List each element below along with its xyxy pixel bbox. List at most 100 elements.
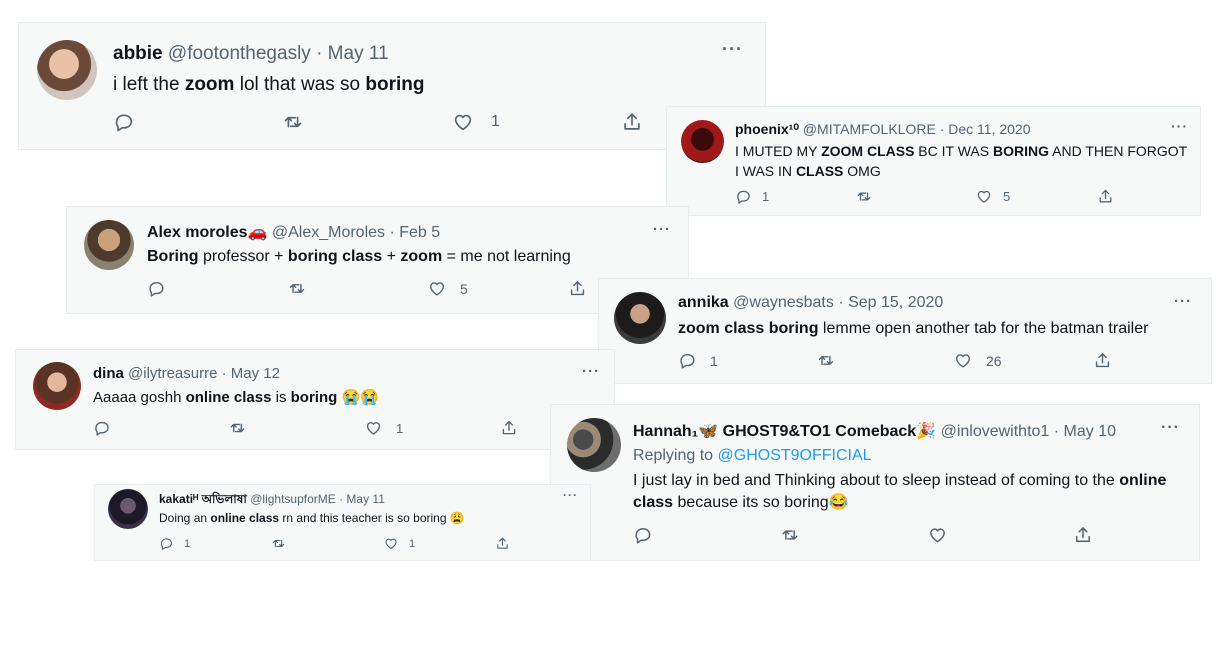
retweet-icon xyxy=(227,419,248,437)
reply-icon xyxy=(147,279,166,298)
retweet-icon xyxy=(270,536,287,551)
reply-mention-link[interactable]: @GHOST9OFFICIAL xyxy=(718,447,872,464)
share-button[interactable] xyxy=(500,419,518,437)
author-name[interactable]: Alex moroles🚗 xyxy=(147,224,267,241)
tweet-card-phoenix[interactable]: phoenix¹⁰ @MITAMFOLKLORE · Dec 11, 2020 … xyxy=(666,106,1201,216)
share-icon xyxy=(1073,525,1093,545)
like-count: 1 xyxy=(409,537,416,550)
tweet-card-dina[interactable]: dina @ilytreasurre · May 12 ··· Aaaaa go… xyxy=(15,349,615,450)
like-icon xyxy=(927,525,948,545)
reply-button[interactable] xyxy=(113,111,135,133)
author-name[interactable]: phoenix¹⁰ xyxy=(735,121,799,137)
reply-count: 1 xyxy=(762,189,770,204)
author-name[interactable]: kakatiᴴ অভিলাষা xyxy=(159,492,247,506)
share-icon xyxy=(568,279,587,298)
share-icon xyxy=(621,111,643,133)
author-handle[interactable]: @waynesbats · Sep 15, 2020 xyxy=(733,294,943,311)
author-handle[interactable]: @Alex_Moroles · Feb 5 xyxy=(272,224,440,241)
like-icon xyxy=(953,351,973,370)
tweet-card-kakati[interactable]: kakatiᴴ অভিলাষা @lightsupforME · May 11 … xyxy=(94,484,591,561)
tweet-text: I just lay in bed and Thinking about to … xyxy=(633,472,1167,512)
retweet-icon xyxy=(280,111,306,133)
more-icon[interactable]: ··· xyxy=(722,39,743,60)
like-button[interactable]: 5 xyxy=(427,279,468,298)
share-button[interactable] xyxy=(621,111,643,133)
retweet-button[interactable] xyxy=(778,525,802,545)
author-handle[interactable]: @lightsupforME · May 11 xyxy=(250,492,385,506)
tweet-text: Aaaaa goshh online class is boring 😭😭 xyxy=(93,389,379,406)
like-button[interactable]: 1 xyxy=(451,111,500,133)
avatar[interactable] xyxy=(681,120,724,163)
avatar[interactable] xyxy=(614,292,666,344)
author-name[interactable]: dina xyxy=(93,365,124,382)
like-icon xyxy=(383,536,399,551)
retweet-button[interactable] xyxy=(280,111,306,133)
author-handle[interactable]: @MITAMFOLKLORE · Dec 11, 2020 xyxy=(803,121,1031,137)
replying-label: Replying to xyxy=(633,447,714,464)
reply-button[interactable] xyxy=(633,525,653,545)
like-icon xyxy=(427,279,447,298)
more-icon[interactable]: ··· xyxy=(563,488,578,502)
retweet-button[interactable] xyxy=(270,536,287,551)
retweet-icon xyxy=(778,525,802,545)
author-name[interactable]: abbie xyxy=(113,43,163,64)
author-name[interactable]: Hannah₁🦋 GHOST9&TO1 Comeback🎉 xyxy=(633,423,936,440)
more-icon[interactable]: ··· xyxy=(1174,293,1192,310)
share-button[interactable] xyxy=(568,279,587,298)
tweet-text: Boring professor + boring class + zoom =… xyxy=(147,248,571,265)
avatar[interactable] xyxy=(84,220,134,270)
like-button[interactable] xyxy=(927,525,948,545)
reply-icon xyxy=(159,536,174,551)
retweet-button[interactable] xyxy=(815,351,837,370)
author-handle[interactable]: @ilytreasurre · May 12 xyxy=(128,365,280,382)
retweet-button[interactable] xyxy=(854,188,874,205)
reply-icon xyxy=(93,419,111,437)
avatar[interactable] xyxy=(33,362,81,410)
more-icon[interactable]: ··· xyxy=(653,221,671,238)
like-button[interactable]: 1 xyxy=(383,536,415,551)
share-icon xyxy=(495,536,510,551)
avatar[interactable] xyxy=(37,40,97,100)
share-icon xyxy=(500,419,518,437)
retweet-icon xyxy=(286,279,308,298)
retweet-button[interactable] xyxy=(286,279,308,298)
share-button[interactable] xyxy=(1097,188,1114,205)
like-icon xyxy=(364,419,383,437)
reply-button[interactable]: 1 xyxy=(678,351,718,370)
reply-button[interactable] xyxy=(93,419,111,437)
more-icon[interactable]: ··· xyxy=(1161,419,1180,437)
like-count: 5 xyxy=(460,280,468,297)
retweet-icon xyxy=(815,351,837,370)
like-icon xyxy=(975,188,993,205)
share-icon xyxy=(1097,188,1114,205)
avatar[interactable] xyxy=(567,418,621,472)
like-count: 26 xyxy=(986,352,1002,369)
avatar[interactable] xyxy=(108,489,148,529)
like-button[interactable]: 5 xyxy=(975,188,1010,205)
author-handle[interactable]: @inlovewithto1 · May 10 xyxy=(941,423,1116,440)
like-button[interactable]: 1 xyxy=(364,419,403,437)
reply-button[interactable] xyxy=(147,279,166,298)
tweet-card-abbie[interactable]: abbie @footonthegasly · May 11 ··· i lef… xyxy=(18,22,766,150)
tweet-card-alex[interactable]: Alex moroles🚗 @Alex_Moroles · Feb 5 ··· … xyxy=(66,206,689,314)
more-icon[interactable]: ··· xyxy=(1171,118,1188,134)
share-button[interactable] xyxy=(495,536,510,551)
like-button[interactable]: 26 xyxy=(953,351,1002,370)
more-icon[interactable]: ··· xyxy=(582,363,600,380)
reply-button[interactable]: 1 xyxy=(159,536,190,551)
retweet-button[interactable] xyxy=(227,419,248,437)
tweet-card-hannah[interactable]: Hannah₁🦋 GHOST9&TO1 Comeback🎉 @inlovewit… xyxy=(550,404,1200,561)
reply-icon xyxy=(678,351,697,370)
share-button[interactable] xyxy=(1073,525,1093,545)
share-button[interactable] xyxy=(1093,351,1112,370)
tweet-card-annika[interactable]: annika @waynesbats · Sep 15, 2020 ··· zo… xyxy=(598,278,1212,384)
like-count: 1 xyxy=(491,113,500,130)
author-handle[interactable]: @footonthegasly · May 11 xyxy=(168,43,389,64)
like-count: 5 xyxy=(1003,189,1011,204)
share-icon xyxy=(1093,351,1112,370)
reply-count: 1 xyxy=(184,537,191,550)
author-name[interactable]: annika xyxy=(678,294,729,311)
like-icon xyxy=(451,111,475,133)
reply-button[interactable]: 1 xyxy=(735,188,769,205)
tweet-text: Doing an online class rn and this teache… xyxy=(159,511,465,525)
